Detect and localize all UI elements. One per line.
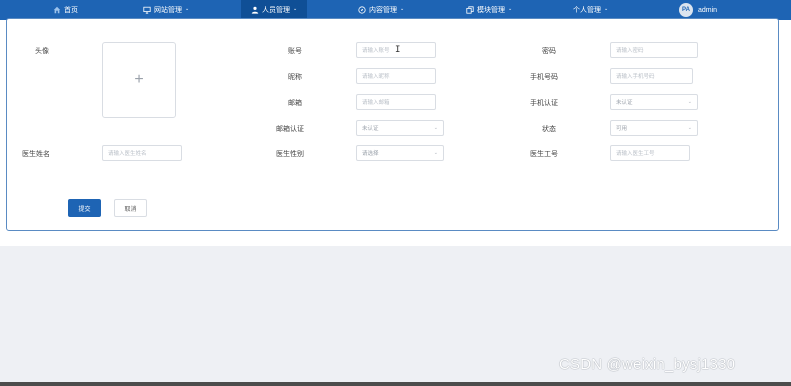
nav-item-label: 人员管理 <box>262 7 290 14</box>
cancel-button[interactable]: 取消 <box>114 199 147 217</box>
email-verify-value: 未认证 <box>362 126 379 132</box>
submit-button[interactable]: 提交 <box>68 199 101 217</box>
status-value: 可用 <box>616 126 628 132</box>
nickname-label: 昵称 <box>288 74 302 81</box>
email-verify-label: 邮箱认证 <box>276 126 304 133</box>
nav-item-personal-management[interactable]: 个人管理 ⌄ <box>573 0 608 20</box>
phone-verify-label: 手机认证 <box>530 100 558 107</box>
email-verify-select[interactable]: 未认证 ⌄ <box>356 120 444 136</box>
user-icon <box>251 6 259 14</box>
monitor-icon <box>143 6 151 14</box>
nav-item-content-management[interactable]: 内容管理 ⌄ <box>358 0 404 20</box>
nav-item-label: 模块管理 <box>477 7 505 14</box>
watermark: CSDN @weixin_bysj1330 <box>559 356 736 373</box>
chevron-down-icon: ⌄ <box>185 6 190 12</box>
chevron-down-icon: ⌄ <box>687 125 692 131</box>
avatar: PA <box>679 3 693 17</box>
bottom-divider <box>0 382 791 386</box>
phone-label: 手机号码 <box>530 74 558 81</box>
email-label: 邮箱 <box>288 100 302 107</box>
nav-item-label: 网站管理 <box>154 7 182 14</box>
user-menu[interactable]: PA admin <box>679 0 717 20</box>
password-label: 密码 <box>542 48 556 55</box>
nickname-input[interactable]: 请输入昵称 <box>356 68 436 84</box>
chevron-down-icon: ⌄ <box>508 6 513 12</box>
nav-item-personnel-management[interactable]: 人员管理 ⌄ <box>241 0 308 20</box>
nav-item-home[interactable]: 首页 <box>53 0 78 20</box>
phone-input[interactable]: 请输入手机号码 <box>610 68 693 84</box>
compass-icon <box>358 6 366 14</box>
avatar-label: 头像 <box>35 48 49 55</box>
chevron-down-icon: ⌄ <box>604 6 609 12</box>
plus-icon: + <box>134 71 144 88</box>
nav-item-site-management[interactable]: 网站管理 ⌄ <box>143 0 189 20</box>
top-navbar: 首页 网站管理 ⌄ 人员管理 ⌄ 内容管理 ⌄ 模块管理 ⌄ 个人管理 ⌄ PA… <box>0 0 791 20</box>
doctor-name-input[interactable]: 请输入医生姓名 <box>102 145 182 161</box>
email-input[interactable]: 请输入邮箱 <box>356 94 436 110</box>
home-icon <box>53 6 61 14</box>
nav-item-label: 个人管理 <box>573 7 601 14</box>
doctor-id-input[interactable]: 请输入医生工号 <box>610 145 690 161</box>
phone-verify-select[interactable]: 未认证 ⌄ <box>610 94 698 110</box>
chevron-down-icon: ⌄ <box>433 125 438 131</box>
status-select[interactable]: 可用 ⌄ <box>610 120 698 136</box>
copy-icon <box>466 6 474 14</box>
nav-item-label: 首页 <box>64 7 78 14</box>
text-cursor-icon: I <box>395 45 401 55</box>
doctor-id-label: 医生工号 <box>530 151 558 158</box>
status-label: 状态 <box>542 126 556 133</box>
chevron-down-icon: ⌄ <box>433 150 438 156</box>
username: admin <box>698 6 718 14</box>
doctor-name-label: 医生姓名 <box>22 151 50 158</box>
nav-item-label: 内容管理 <box>369 7 397 14</box>
doctor-gender-label: 医生性别 <box>276 151 304 158</box>
avatar-upload[interactable]: + <box>102 42 176 118</box>
chevron-down-icon: ⌄ <box>687 99 692 105</box>
doctor-gender-select[interactable]: 请选择 ⌄ <box>356 145 444 161</box>
chevron-down-icon: ⌄ <box>293 6 298 12</box>
password-input[interactable]: 请输入密码 <box>610 42 698 58</box>
account-label: 账号 <box>288 48 302 55</box>
doctor-gender-placeholder: 请选择 <box>362 151 379 157</box>
nav-item-module-management[interactable]: 模块管理 ⌄ <box>466 0 512 20</box>
phone-verify-value: 未认证 <box>616 100 633 106</box>
chevron-down-icon: ⌄ <box>400 6 405 12</box>
